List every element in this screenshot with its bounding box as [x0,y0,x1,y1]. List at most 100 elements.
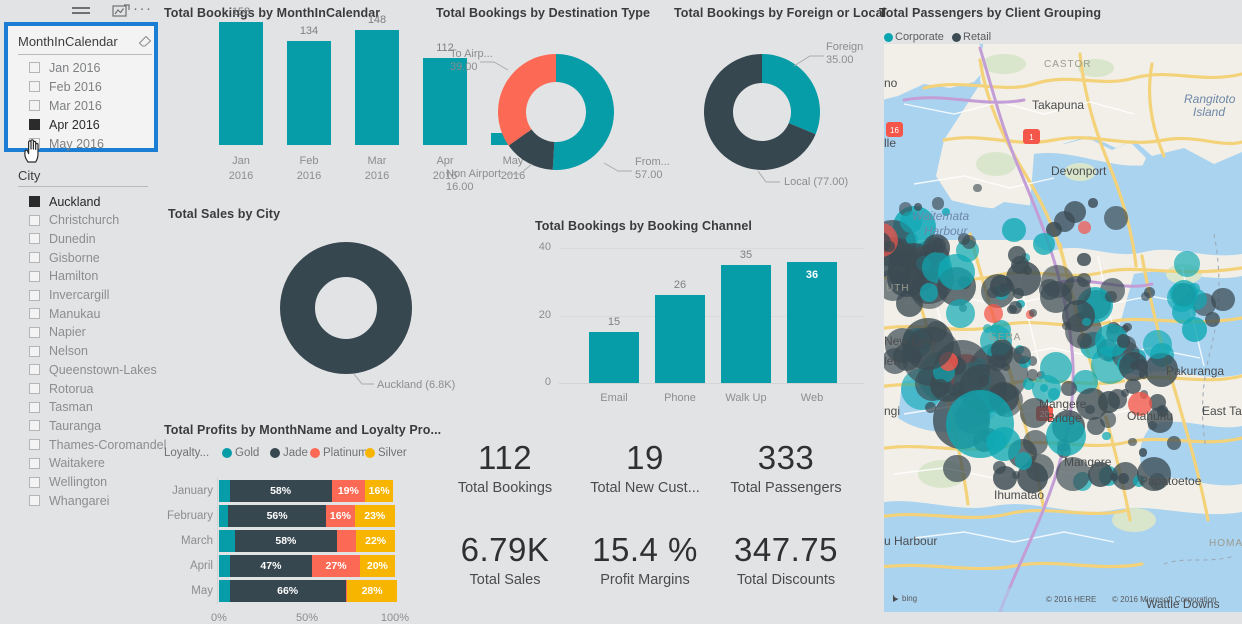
bar[interactable] [589,332,639,383]
month-checkbox[interactable] [29,119,40,130]
map-bubble[interactable] [988,353,1006,371]
kpi-card[interactable]: 333 Total Passengers [696,438,876,498]
stacked-segment[interactable] [219,555,230,577]
stacked-segment[interactable] [219,580,230,602]
bar[interactable] [287,40,331,145]
month-slicer-item[interactable]: Feb 2016 [20,77,102,96]
map-bubble[interactable] [931,379,949,397]
stacked-segment[interactable]: 16% [365,480,394,502]
city-checkbox[interactable] [29,401,40,413]
stacked-segment[interactable]: 19% [331,480,366,502]
city-slicer-item[interactable]: Waitakere [20,454,105,473]
map-bubble[interactable] [987,286,999,299]
month-slicer-item[interactable]: May 2016 [20,134,104,153]
map-bubble[interactable] [1138,448,1148,457]
stacked-segment[interactable]: 66% [229,580,346,602]
month-checkbox[interactable] [29,100,40,111]
map-bubble[interactable] [1008,301,1022,314]
total-sales-by-city-donut[interactable]: Auckland (6.8K) [168,222,455,407]
more-options-icon[interactable]: ··· [133,1,155,18]
city-checkbox[interactable] [29,476,40,488]
city-checkbox[interactable] [29,233,40,245]
city-checkbox[interactable] [29,345,40,357]
stacked-segment[interactable] [219,480,230,502]
map-bubble[interactable] [987,427,1021,461]
donut-slice[interactable] [762,54,820,135]
city-checkbox[interactable] [29,252,40,264]
legend-item[interactable]: Silver [365,447,407,459]
stacked-segment[interactable]: 56% [227,505,327,527]
city-slicer-item[interactable]: Gisborne [20,248,100,267]
stacked-segment[interactable]: 16% [326,505,355,527]
kpi-card[interactable]: 347.75 Total Discounts [696,530,876,590]
month-checkbox[interactable] [29,62,40,73]
map-bubble[interactable] [1170,280,1198,308]
map-bubble[interactable] [1088,198,1098,208]
bar[interactable] [721,264,771,383]
stacked-segment[interactable]: 22% [356,530,395,552]
map-bubble[interactable] [1077,252,1091,267]
stacked-segment[interactable] [219,505,228,527]
map-bubble[interactable] [919,282,939,302]
stacked-segment[interactable] [219,530,235,552]
foreign-or-local-donut[interactable]: Foreign 35.00 Local (77.00) [674,24,879,199]
map-bubble[interactable] [1166,435,1182,450]
map-bubble[interactable] [1102,432,1111,441]
city-checkbox[interactable] [29,495,40,507]
map-bubble[interactable] [1134,358,1147,372]
city-slicer-item[interactable]: Manukau [20,304,100,323]
city-slicer-item[interactable]: Queenstown-Lakes [20,360,157,379]
map-bubble[interactable] [896,251,909,264]
month-checkbox[interactable] [29,138,40,149]
map-bubble[interactable] [1013,345,1032,364]
map-bubble[interactable] [1104,290,1117,303]
map-bubble[interactable] [931,237,947,253]
city-checkbox[interactable] [29,364,40,376]
month-slicer-item[interactable]: Jan 2016 [20,58,100,77]
map-bubble[interactable] [1022,429,1049,455]
bar[interactable] [355,30,399,145]
city-slicer-item[interactable]: Thames-Coromandel [20,435,166,454]
destination-type-donut[interactable]: To Airp... 39.00 Non Airport 16.00 From... 57… [436,24,670,199]
city-checkbox[interactable] [29,308,40,320]
legend-item[interactable]: Platinum [310,447,368,459]
map-bubble[interactable] [1078,221,1091,234]
map-bubble[interactable] [1116,334,1131,348]
stacked-segment[interactable]: 23% [354,505,395,527]
map-legend-retail[interactable]: Retail [952,31,991,43]
map-bubble[interactable] [1077,332,1093,348]
city-slicer-item[interactable]: Tasman [20,398,93,417]
month-checkbox[interactable] [29,81,40,92]
stacked-segment[interactable]: 58% [229,480,332,502]
eraser-clear-filter-icon[interactable] [138,35,152,48]
city-checkbox[interactable] [29,439,40,451]
city-checkbox[interactable] [29,383,40,394]
filter-hamburger-icon[interactable] [70,4,92,18]
map-bubble[interactable] [1174,251,1200,278]
city-checkbox[interactable] [29,289,40,301]
donut-slice[interactable] [552,54,615,170]
map-bubble[interactable] [1181,317,1207,342]
map-bubble[interactable] [1143,286,1155,298]
map-bubble[interactable] [1033,233,1055,255]
city-slicer-item[interactable]: Wellington [20,473,107,492]
map-bubble[interactable] [946,298,976,328]
city-slicer-item[interactable]: Nelson [20,342,88,361]
bar[interactable] [655,295,705,383]
donut-slice[interactable] [280,242,412,374]
city-slicer-item[interactable]: Hamilton [20,267,98,286]
city-slicer-item[interactable]: Christchurch [20,211,119,230]
map-bubble[interactable] [1028,308,1037,318]
city-slicer-item[interactable]: Invercargill [20,286,109,305]
city-checkbox[interactable] [29,214,40,226]
city-checkbox[interactable] [29,196,40,207]
map-bubble[interactable] [1039,383,1049,392]
city-checkbox[interactable] [29,270,40,282]
passengers-map[interactable]: 16 1 20 CASTORRangitotoIslandnolleTakapu… [884,44,1242,612]
city-slicer-item[interactable]: Auckland [20,192,100,211]
city-slicer-item[interactable]: Rotorua [20,379,93,398]
bing-logo-icon[interactable]: bing [890,593,917,604]
city-checkbox[interactable] [29,420,40,432]
city-slicer-item[interactable]: Whangarei [20,491,109,510]
focus-mode-icon[interactable] [112,4,134,18]
